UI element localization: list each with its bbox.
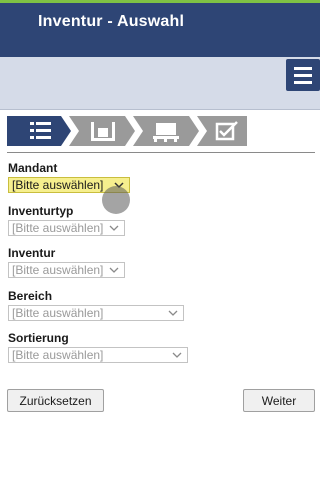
list-icon — [30, 122, 51, 139]
sortierung-select[interactable]: [Bitte auswählen] — [8, 347, 188, 363]
chevron-down-icon — [109, 267, 119, 273]
inventur-select[interactable]: [Bitte auswählen] — [8, 262, 125, 278]
wizard-step-check[interactable] — [197, 116, 247, 146]
bereich-select[interactable]: [Bitte auswählen] — [8, 305, 184, 321]
pallet-box-icon — [153, 123, 179, 142]
inventur-select-value: [Bitte auswählen] — [12, 263, 104, 277]
inventurtyp-select-value: [Bitte auswählen] — [12, 221, 104, 235]
wizard-step-list[interactable] — [7, 116, 71, 146]
sortierung-select-value: [Bitte auswählen] — [12, 348, 104, 362]
mandant-label: Mandant — [8, 161, 58, 175]
wizard-step-pallet[interactable] — [133, 116, 199, 146]
chevron-down-icon — [168, 310, 178, 316]
menu-button[interactable] — [286, 59, 320, 91]
wizard-steps — [7, 116, 247, 146]
hamburger-menu-icon-bar — [294, 74, 312, 77]
mandant-select-value: [Bitte auswählen] — [12, 178, 104, 192]
hamburger-menu-icon-bar — [294, 81, 312, 84]
bereich-label: Bereich — [8, 289, 53, 303]
inventur-field: Inventur [Bitte auswählen] — [8, 246, 125, 278]
sortierung-field: Sortierung [Bitte auswählen] — [8, 331, 188, 363]
sortierung-label: Sortierung — [8, 331, 69, 345]
bereich-field: Bereich [Bitte auswählen] — [8, 289, 184, 321]
touch-indicator — [102, 186, 130, 214]
chevron-down-icon — [172, 352, 182, 358]
wizard-step-rack[interactable] — [69, 116, 135, 146]
inventur-label: Inventur — [8, 246, 56, 260]
next-button[interactable]: Weiter — [243, 389, 315, 412]
toolbar — [0, 57, 320, 110]
bereich-select-value: [Bitte auswählen] — [12, 306, 104, 320]
divider — [7, 152, 315, 153]
chevron-down-icon — [109, 225, 119, 231]
reset-button[interactable]: Zurücksetzen — [7, 389, 104, 412]
hamburger-menu-icon — [294, 67, 312, 70]
page-title: Inventur - Auswahl — [38, 13, 185, 30]
title-bar: Inventur - Auswahl — [0, 3, 320, 57]
inventurtyp-select[interactable]: [Bitte auswählen] — [8, 220, 125, 236]
